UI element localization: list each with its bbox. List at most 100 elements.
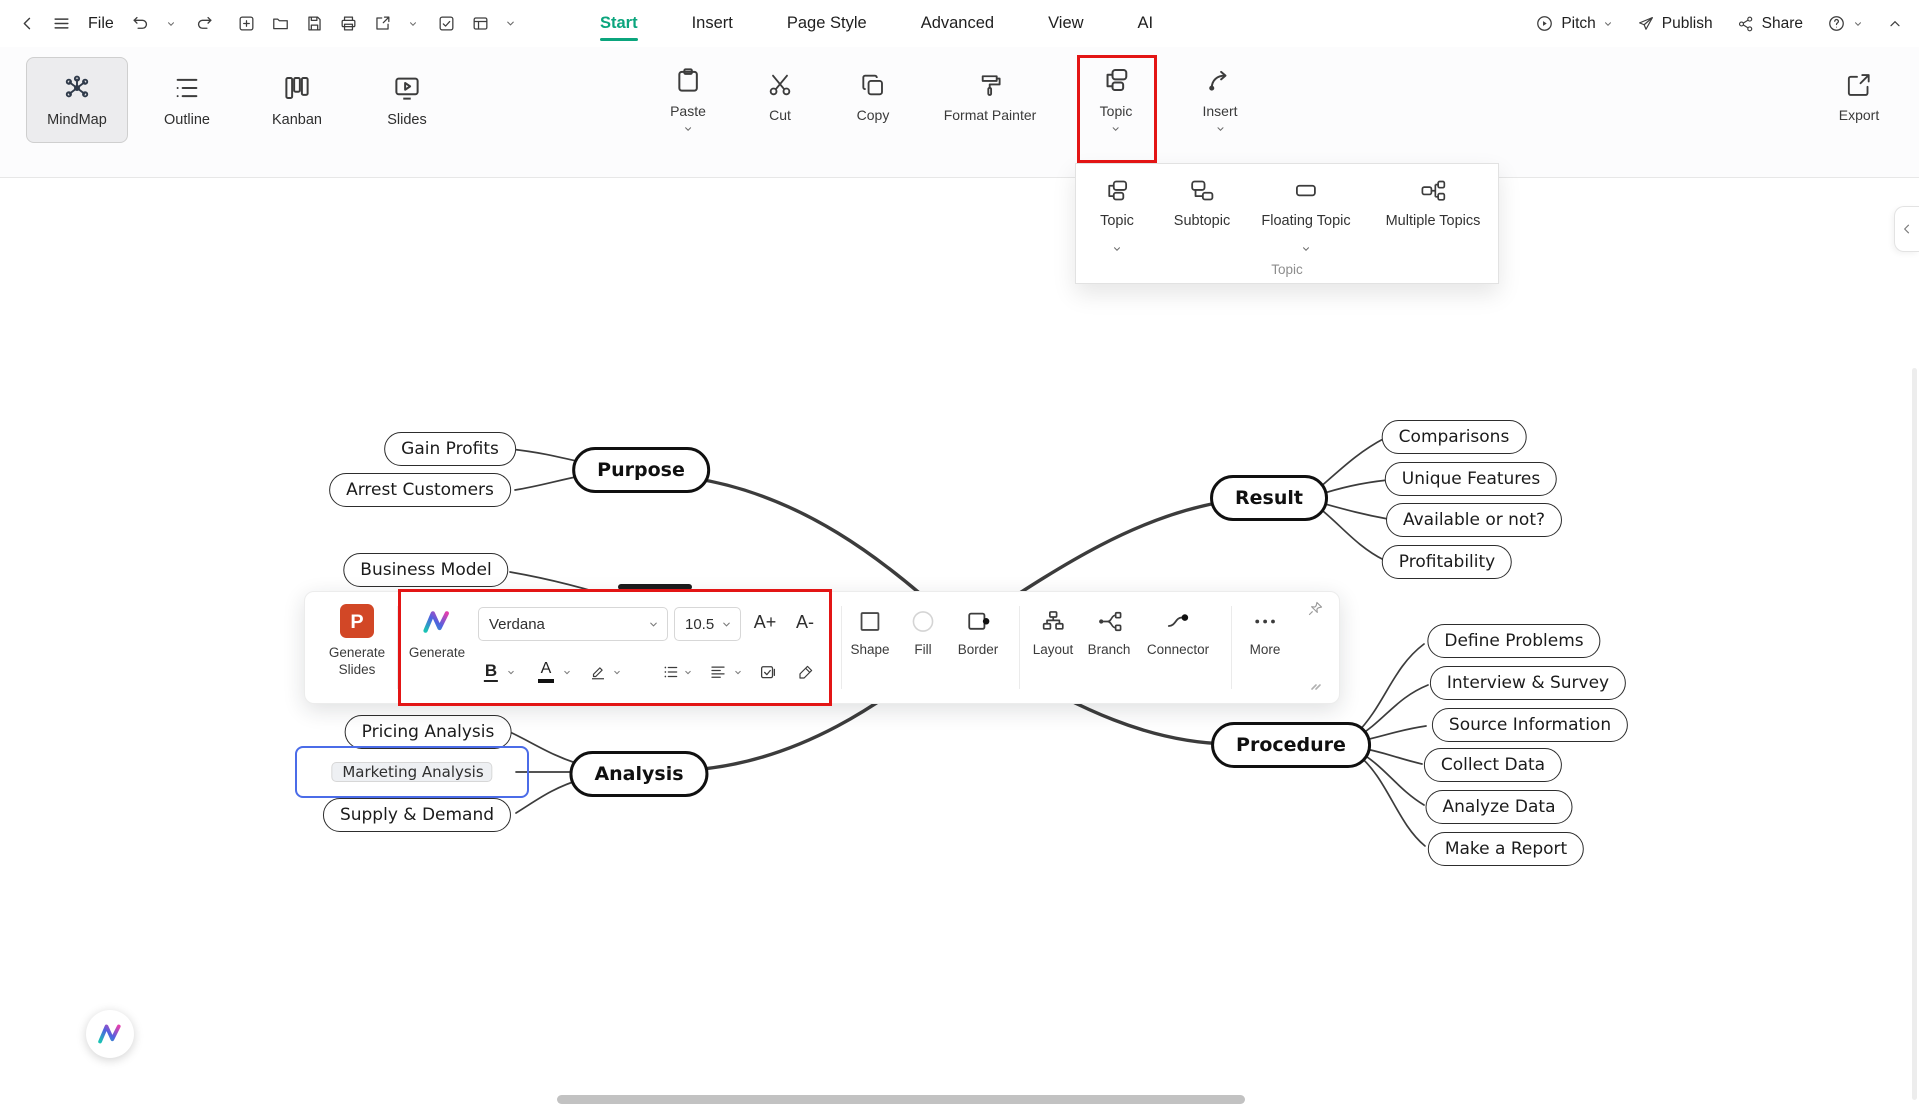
topic-button[interactable]: Topic: [1100, 65, 1132, 134]
text-align-button[interactable]: [709, 656, 727, 688]
mode-mindmap-button[interactable]: MindMap: [26, 57, 128, 143]
open-file-button[interactable]: [266, 8, 296, 40]
mindmap-main-topic[interactable]: Analysis: [569, 751, 709, 797]
topic-icon: [1108, 180, 1128, 201]
font-family-select[interactable]: Verdana: [478, 607, 668, 641]
mindmap-subtopic[interactable]: Gain Profits: [384, 432, 516, 466]
share-button[interactable]: Share: [1737, 15, 1803, 33]
tab-page-style[interactable]: Page Style: [785, 1, 869, 46]
mindmap-main-topic[interactable]: Purpose: [572, 447, 710, 493]
mindmap-main-topic[interactable]: Procedure: [1211, 722, 1371, 768]
mindmap-subtopic[interactable]: Business Model: [343, 553, 509, 587]
mindmap-subtopic[interactable]: Define Problems: [1427, 624, 1601, 658]
bullet-list-icon: [664, 666, 678, 678]
mindmap-main-topic[interactable]: Result: [1210, 475, 1328, 521]
tab-ai[interactable]: AI: [1136, 1, 1156, 46]
dropdown-multiple-topics-button[interactable]: Multiple Topics: [1386, 177, 1480, 229]
task-check-button[interactable]: [432, 8, 462, 40]
mindmap-subtopic[interactable]: Collect Data: [1423, 748, 1563, 782]
tab-view[interactable]: View: [1046, 1, 1085, 46]
toolbar-resize-button[interactable]: [1309, 678, 1323, 692]
highlight-color-button[interactable]: [589, 656, 607, 688]
bold-button[interactable]: B: [483, 656, 499, 688]
layout-button[interactable]: Layout: [1033, 608, 1073, 659]
undo-history-button[interactable]: [156, 8, 186, 40]
ai-generate-button[interactable]: Generate: [409, 606, 465, 662]
cut-button[interactable]: Cut: [766, 71, 794, 123]
panel-layout-button[interactable]: [466, 8, 496, 40]
shape-button[interactable]: Shape: [850, 608, 890, 659]
copy-button[interactable]: Copy: [857, 71, 889, 123]
mindmap-subtopic[interactable]: Arrest Customers: [329, 473, 511, 507]
mindmap-subtopic[interactable]: Supply & Demand: [322, 798, 512, 832]
mode-outline-button[interactable]: Outline: [136, 57, 238, 143]
fill-button[interactable]: Fill: [910, 608, 937, 659]
dropdown-topic-button[interactable]: Topic: [1100, 177, 1134, 229]
task-checkbox-button[interactable]: [759, 656, 777, 688]
tab-advanced[interactable]: Advanced: [919, 1, 996, 46]
decrease-font-button[interactable]: A-: [796, 607, 814, 641]
chevron-up-icon: [1890, 20, 1900, 26]
export-button[interactable]: Export: [1839, 71, 1879, 123]
mindmap-subtopic[interactable]: Unique Features: [1384, 462, 1558, 496]
tab-insert[interactable]: Insert: [690, 1, 735, 46]
vertical-scrollbar[interactable]: [1912, 368, 1917, 1100]
redo-button[interactable]: [190, 8, 220, 40]
mindmap-subtopic[interactable]: Profitability: [1381, 545, 1513, 579]
border-button[interactable]: Border: [958, 608, 998, 659]
mode-kanban-button[interactable]: Kanban: [246, 57, 348, 143]
help-button[interactable]: [1827, 14, 1863, 33]
chevron-down-icon: [1855, 21, 1861, 26]
format-painter-button[interactable]: Format Painter: [944, 71, 1036, 123]
branch-button[interactable]: Branch: [1088, 608, 1130, 659]
chevron-down-icon: [1113, 127, 1119, 131]
clear-format-button[interactable]: [797, 656, 815, 688]
increase-font-button[interactable]: A+: [754, 607, 777, 641]
mode-slides-button[interactable]: Slides: [356, 57, 458, 143]
tab-start[interactable]: Start: [598, 1, 640, 46]
chevron-down-icon: [650, 622, 657, 627]
menu-button[interactable]: [46, 8, 76, 40]
list-style-button[interactable]: [662, 656, 680, 688]
back-button[interactable]: [12, 8, 42, 40]
font-size-select[interactable]: 10.5: [674, 607, 741, 641]
dropdown-floating-topic-button[interactable]: Floating Topic: [1261, 177, 1351, 229]
topic-dropdown-panel: Topic Subtopic Floating Topic Multiple T…: [1075, 163, 1499, 284]
insert-label: Insert: [1202, 103, 1238, 119]
mindmap-subtopic[interactable]: Pricing Analysis: [344, 715, 512, 749]
mindmap-subtopic[interactable]: Analyze Data: [1425, 790, 1573, 824]
print-button[interactable]: [334, 8, 364, 40]
export-label: Export: [1838, 107, 1880, 123]
connector-button[interactable]: Connector: [1147, 608, 1209, 659]
mindmap-subtopic[interactable]: Interview & Survey: [1429, 666, 1627, 700]
right-panel-toggle[interactable]: [1894, 206, 1919, 252]
publish-button[interactable]: Publish: [1637, 15, 1713, 33]
more-tools-button[interactable]: [496, 8, 526, 40]
undo-icon: [133, 16, 148, 29]
share-file-button[interactable]: [368, 8, 398, 40]
paste-button[interactable]: Paste: [670, 65, 706, 134]
collapse-ribbon-button[interactable]: [1887, 16, 1903, 32]
font-color-button[interactable]: A: [538, 656, 554, 688]
dropdown-subtopic-button[interactable]: Subtopic: [1174, 177, 1230, 229]
save-icon: [308, 16, 321, 31]
mindmap-subtopic[interactable]: Source Information: [1431, 708, 1629, 742]
mindmap-subtopic[interactable]: Available or not?: [1385, 503, 1563, 537]
pin-toolbar-button[interactable]: [1307, 600, 1324, 617]
share-options-button[interactable]: [398, 8, 428, 40]
insert-button[interactable]: Insert: [1202, 65, 1238, 134]
undo-button[interactable]: [126, 8, 156, 40]
mindmap-subtopic-selected[interactable]: Marketing Analysis: [331, 762, 493, 782]
horizontal-scrollbar[interactable]: [557, 1095, 1245, 1104]
save-button[interactable]: [300, 8, 330, 40]
pitch-button[interactable]: Pitch: [1535, 14, 1612, 33]
more-button[interactable]: More: [1250, 608, 1280, 659]
file-menu-button[interactable]: File: [80, 8, 122, 40]
generate-slides-button[interactable]: P Generate Slides: [318, 604, 396, 679]
folder-icon: [273, 18, 289, 30]
new-document-button[interactable]: [232, 8, 262, 40]
generate-label: Generate: [408, 645, 466, 660]
mindmap-subtopic[interactable]: Comparisons: [1381, 420, 1527, 454]
mindmap-subtopic[interactable]: Make a Report: [1427, 832, 1585, 866]
edraw-logo-badge[interactable]: [86, 1010, 134, 1058]
